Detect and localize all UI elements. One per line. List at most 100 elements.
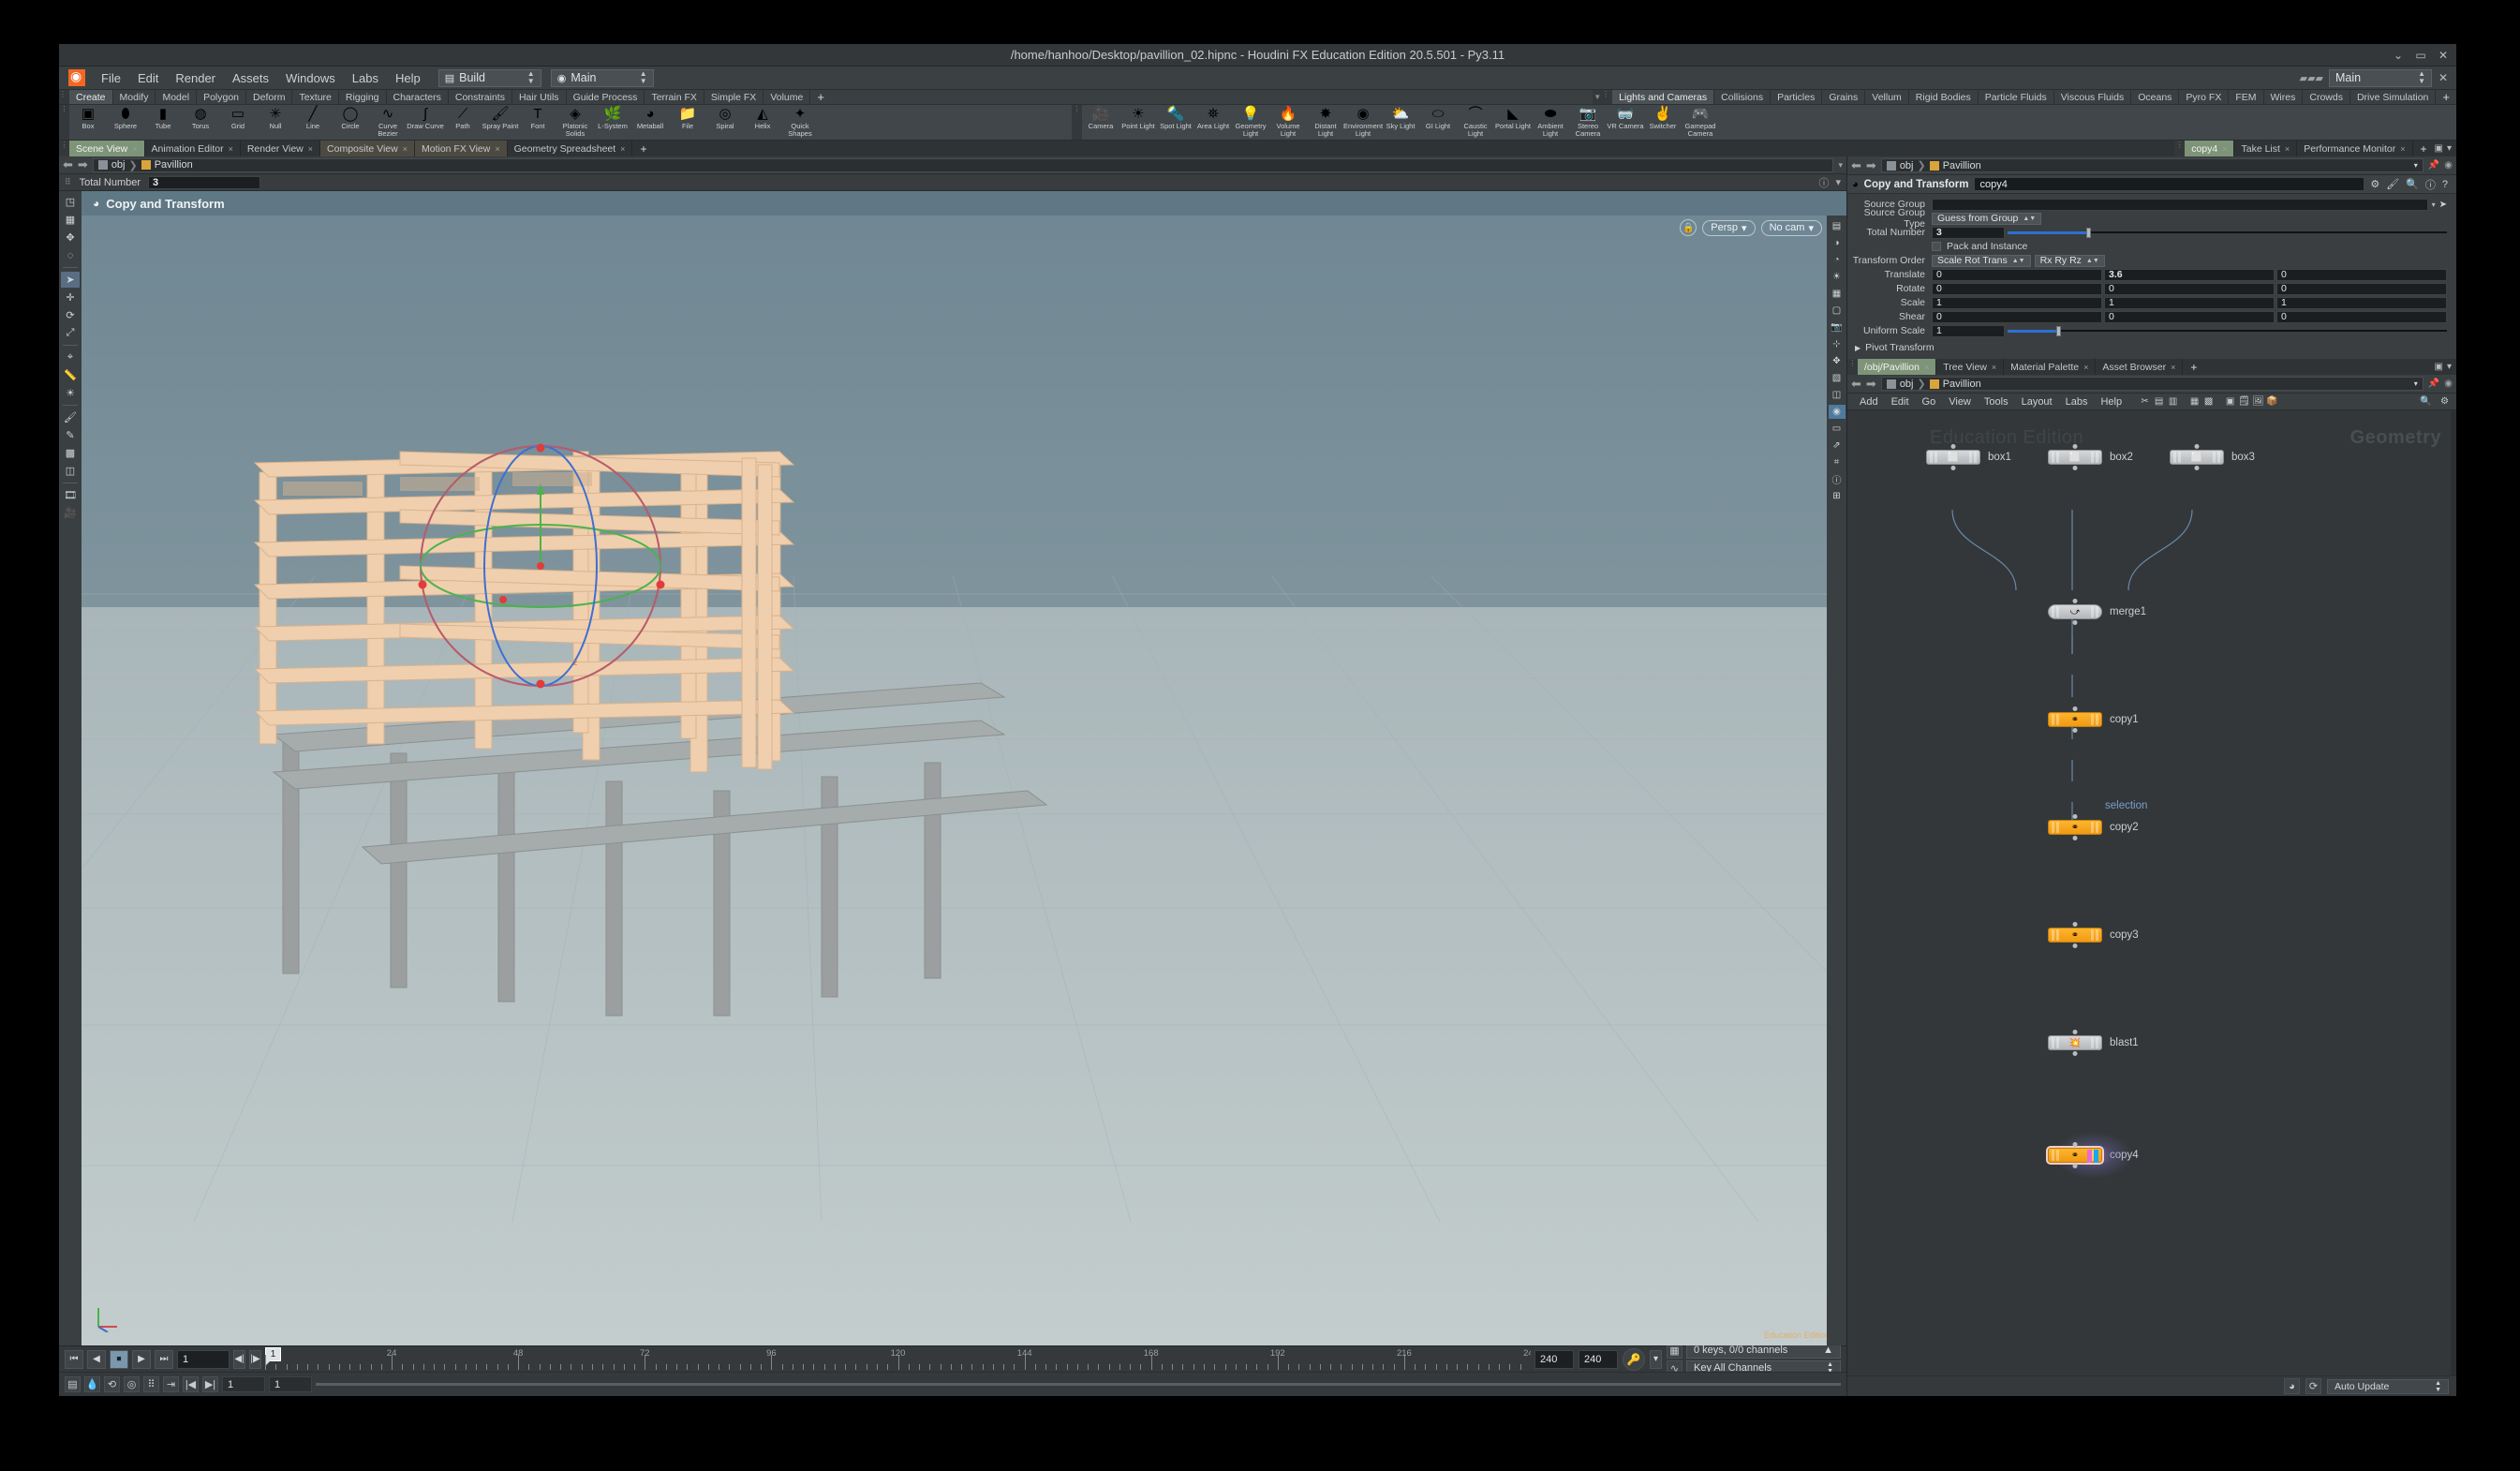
menu-render[interactable]: Render	[167, 69, 224, 87]
network-node-copy4[interactable]: ⚭copy4	[2046, 1132, 2139, 1179]
shelf-tool-null[interactable]: ✳ Null	[257, 105, 294, 138]
network-node-box1[interactable]: ⬜ box1	[1926, 444, 2011, 470]
shelf-tool-switcher[interactable]: ✌ Switcher	[1644, 105, 1682, 138]
sim-reset-icon[interactable]: ⟲	[104, 1376, 120, 1392]
shelf-tab-rigging[interactable]: Rigging	[339, 90, 387, 104]
network-menu-layout[interactable]: Layout	[2015, 395, 2059, 409]
shelf-tool-path[interactable]: ⟋ Path	[444, 105, 482, 138]
nav-forward-icon[interactable]: ➡	[78, 157, 88, 172]
snapshot-icon[interactable]: 📷	[1829, 320, 1846, 334]
shear-x-field[interactable]: 0	[1932, 310, 2102, 323]
step-size-icon[interactable]: ⇥	[163, 1376, 179, 1392]
node-body[interactable]: ⚭	[2048, 814, 2102, 840]
shelf-tab-grains[interactable]: Grains	[1822, 90, 1866, 104]
arrow-select-icon[interactable]: ➤	[61, 272, 80, 288]
lighting-toggle-icon[interactable]: ☀	[1829, 270, 1846, 284]
network-align-icon[interactable]: ▤	[2152, 394, 2166, 409]
network-back-icon[interactable]: ⬅	[1851, 377, 1861, 392]
shading-mode-icon[interactable]: ◑	[1829, 236, 1846, 250]
playhead[interactable]: 1	[265, 1346, 281, 1365]
view-tool-icon[interactable]: ◳	[61, 194, 80, 210]
network-node-merge1[interactable]: ⤻ merge1	[2048, 599, 2146, 625]
shelf-tool-area-light[interactable]: ⛯ Area Light	[1194, 105, 1232, 138]
shelf-tab-crowds[interactable]: Crowds	[2303, 90, 2350, 104]
shelf-tab-viscous-fluids[interactable]: Viscous Fluids	[2054, 90, 2132, 104]
shelf-tab-deform[interactable]: Deform	[246, 90, 293, 104]
network-forward-icon[interactable]: ➡	[1866, 377, 1876, 392]
node-input-connector[interactable]	[2194, 444, 2200, 449]
network-menu-help[interactable]: Help	[2094, 395, 2128, 409]
node-output-connector[interactable]	[2072, 836, 2078, 840]
network-pin-icon[interactable]: 📌	[2428, 379, 2439, 389]
shelf-tool-helix[interactable]: ◭ Helix	[744, 105, 781, 138]
node-output-connector[interactable]	[2072, 728, 2078, 733]
frame-scrub-icon[interactable]: ⠿	[143, 1376, 159, 1392]
shelf-tab-wires[interactable]: Wires	[2264, 90, 2304, 104]
translate-x-field[interactable]: 0	[1932, 268, 2102, 281]
shelf-tool-ambient-light[interactable]: ⬬ Ambient Light	[1532, 105, 1569, 138]
key-next-icon[interactable]: ▶|	[202, 1376, 218, 1392]
network-search-icon[interactable]: 🔍	[2419, 394, 2433, 409]
view-mode-dropdown[interactable]: Persp ▾	[1702, 219, 1756, 236]
node-template-flag[interactable]	[2087, 1150, 2092, 1163]
footer-refresh-icon[interactable]: ⟳	[2305, 1378, 2321, 1394]
source-group-picker-icon[interactable]: ➤	[2439, 200, 2447, 210]
node-output-connector[interactable]	[2072, 944, 2078, 948]
shelf-tab-particles[interactable]: Particles	[1771, 90, 1823, 104]
shelf-tool-spiral[interactable]: ◎ Spiral	[706, 105, 744, 138]
scale-z-field[interactable]: 1	[2276, 296, 2447, 309]
right-pane-grip[interactable]: ⋮	[2174, 141, 2186, 156]
node-input-connector[interactable]	[2072, 922, 2078, 927]
shelf-tool-vr-camera[interactable]: 🥽 VR Camera	[1607, 105, 1644, 138]
uvgrid-toggle-icon[interactable]: ⌗	[1829, 455, 1846, 469]
node-output-connector[interactable]	[2072, 1164, 2078, 1168]
shelf-tab-constraints[interactable]: Constraints	[449, 90, 512, 104]
pane-add-tab-button[interactable]: +	[632, 141, 654, 156]
uv-tool-icon[interactable]: ◫	[61, 463, 80, 479]
tab-close-icon-6[interactable]: ×	[620, 144, 625, 154]
tab-geometry-spreadsheet[interactable]: Geometry Spreadsheet ×	[508, 141, 633, 156]
help-icon[interactable]: ?	[2442, 179, 2448, 190]
total-number-field[interactable]: 3	[1932, 226, 2005, 239]
maximize-pane-icon[interactable]: ▣	[2435, 143, 2443, 154]
tab-motion-fx-view[interactable]: Motion FX View ×	[415, 141, 508, 156]
shelf-tool-box[interactable]: ▣ Box	[69, 105, 107, 138]
shelf-add-tab-button-right[interactable]: +	[2436, 90, 2456, 104]
step-forward-button[interactable]: |▶	[249, 1349, 261, 1369]
network-menu-go[interactable]: Go	[1916, 395, 1943, 409]
node-body[interactable]: ⬜	[1926, 444, 1980, 470]
tab-close-icon-9[interactable]: ×	[2400, 144, 2405, 154]
shelf-overflow-icon[interactable]: ▼	[1593, 90, 1603, 104]
network-shape-icon[interactable]: ▩	[2201, 394, 2216, 409]
network-canvas[interactable]: Education Edition Geometry ⬜ box1 ⬜ box2 ⬜ b	[1847, 410, 2456, 1375]
tab-close-icon-8[interactable]: ×	[2285, 144, 2290, 154]
network-node-copy1[interactable]: ⚭ copy1	[2048, 706, 2139, 733]
background-image-icon[interactable]: ▢	[1829, 304, 1846, 318]
source-group-field[interactable]	[1932, 198, 2428, 211]
minimize-icon[interactable]: ⌄	[2393, 50, 2404, 61]
node-input-connector[interactable]	[2072, 1142, 2078, 1147]
group-tool-icon[interactable]: ▩	[61, 445, 80, 461]
translate-y-field[interactable]: 3.6	[2104, 268, 2275, 281]
bounds-toggle-icon[interactable]: ▭	[1829, 422, 1846, 436]
shelf-tab-modify[interactable]: Modify	[113, 90, 156, 104]
network-list-icon[interactable]: ▥	[2166, 394, 2180, 409]
shelf-tool-grid[interactable]: ▭ Grid	[219, 105, 257, 138]
scale-y-field[interactable]: 1	[2104, 296, 2275, 309]
shelf-tab-terrain-fx[interactable]: Terrain FX	[645, 90, 704, 104]
shelf-tab-hair-utils[interactable]: Hair Utils	[512, 90, 567, 104]
path-dropdown-icon[interactable]: ▾	[1838, 160, 1843, 171]
timeline-ruler[interactable]: 1 24 48 72 96 120 144 168 192 216 240	[265, 1346, 1531, 1372]
shelf-tool-tube[interactable]: ▮ Tube	[144, 105, 182, 138]
panel-close-icon[interactable]: ✕	[2438, 72, 2449, 83]
key-icon[interactable]: 🔑	[1623, 1347, 1645, 1371]
shelf-tab-oceans[interactable]: Oceans	[2131, 90, 2180, 104]
network-node-box3[interactable]: ⬜ box3	[2170, 444, 2255, 470]
shelf-tool-gamepad-camera[interactable]: 🎮 Gamepad Camera	[1682, 105, 1719, 138]
viewport-layout-icon[interactable]: ⊞	[1829, 489, 1846, 503]
shelf-tool-metaball[interactable]: ◕ Metaball	[631, 105, 669, 138]
node-body[interactable]: ⚭	[2048, 922, 2102, 948]
highlight-toggle-icon[interactable]: ◉	[1828, 405, 1846, 419]
translate-z-field[interactable]: 0	[2276, 268, 2447, 281]
rotate-y-field[interactable]: 0	[2104, 282, 2275, 295]
